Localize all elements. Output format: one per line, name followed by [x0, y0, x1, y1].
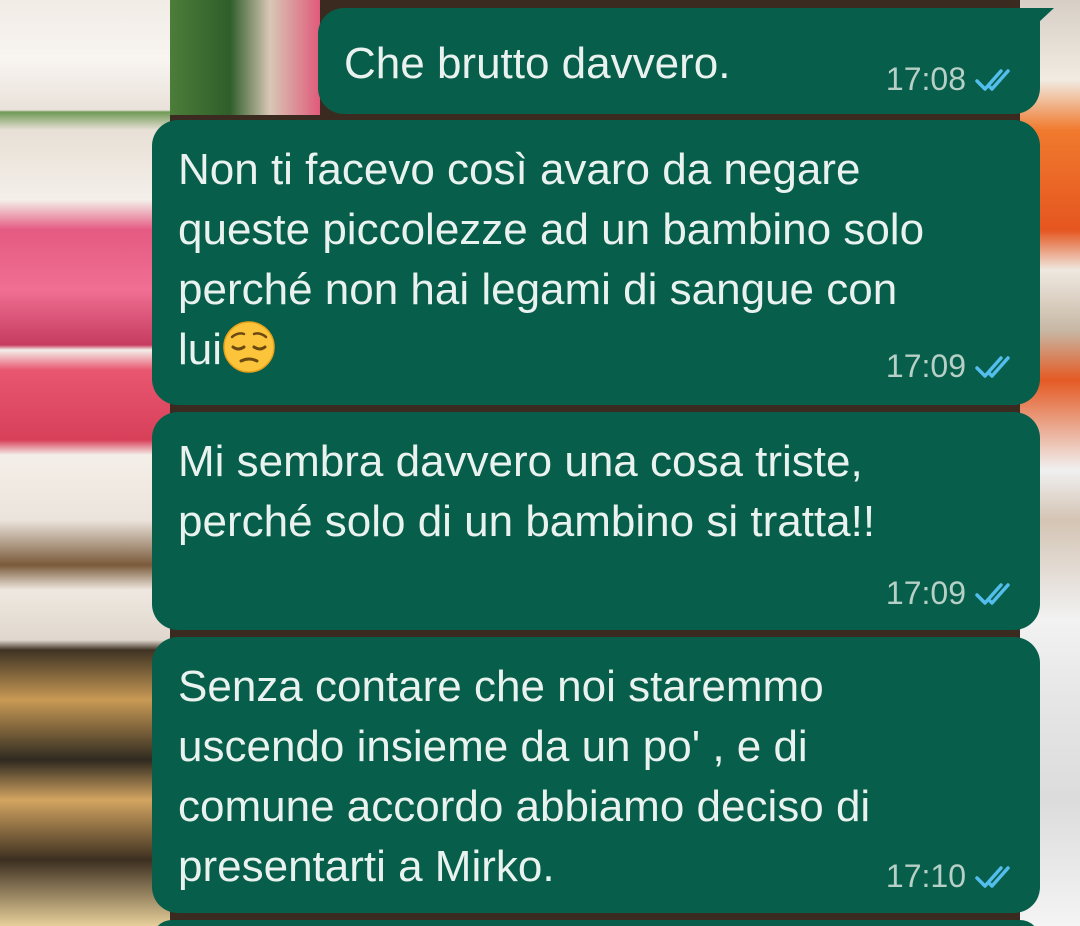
message-time: 17:10 — [885, 858, 966, 894]
chat-conversation: Che brutto davvero. 17:08 Non ti facevo … — [0, 0, 1080, 926]
message-time: 17:09 — [885, 348, 966, 384]
double-check-icon — [975, 68, 1010, 91]
double-check-icon — [975, 582, 1010, 605]
pensive-face-emoji — [223, 321, 275, 373]
message-time: 17:09 — [885, 575, 966, 611]
message-text: Non ti facevo così avaro da negare quest… — [178, 145, 925, 374]
wallpaper-left — [0, 0, 170, 926]
message-time: 17:08 — [885, 61, 966, 97]
message-text: Mi sembra davvero una cosa triste, perch… — [178, 437, 876, 546]
message-text: Senza contare che noi staremmo uscendo i… — [178, 662, 871, 891]
double-check-icon — [975, 355, 1010, 378]
bubble-tail — [1024, 8, 1054, 36]
double-check-icon — [975, 865, 1010, 888]
message-text: Che brutto davvero. — [344, 39, 731, 88]
message-bubble-partial — [152, 920, 1040, 926]
message-bubble-outgoing[interactable]: Senza contare che noi staremmo uscendo i… — [152, 637, 1040, 913]
message-bubble-outgoing[interactable]: Non ti facevo così avaro da negare quest… — [152, 120, 1040, 405]
message-meta: 17:10 — [886, 858, 1018, 895]
message-meta: 17:09 — [886, 575, 1018, 612]
message-meta: 17:08 — [886, 61, 1018, 98]
message-bubble-outgoing[interactable]: Che brutto davvero. 17:08 — [318, 8, 1054, 114]
message-bubble-outgoing[interactable]: Mi sembra davvero una cosa triste, perch… — [152, 412, 1040, 630]
message-meta: 17:09 — [886, 348, 1018, 385]
wallpaper-top — [170, 0, 320, 115]
